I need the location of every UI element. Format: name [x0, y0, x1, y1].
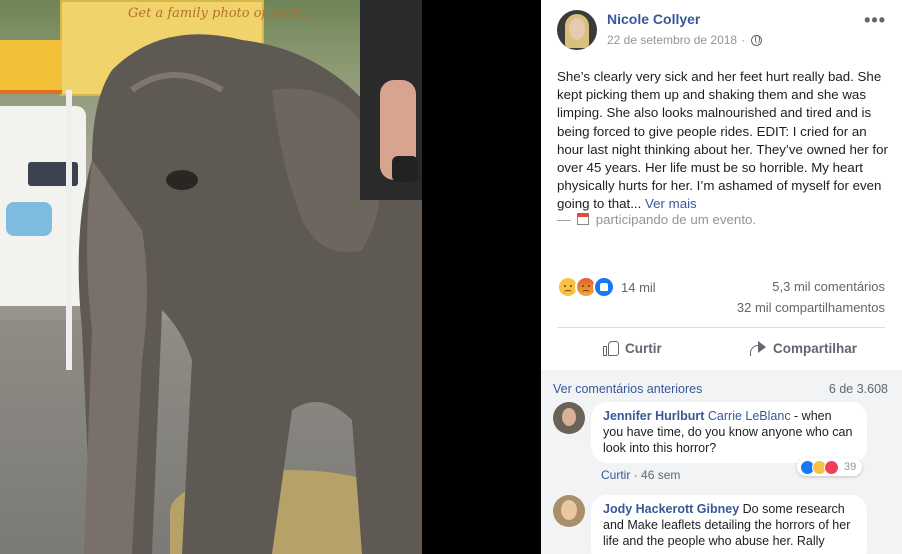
like-reaction-icon [593, 276, 615, 298]
reactions-summary[interactable]: 14 mil [557, 276, 656, 298]
commenter-name[interactable]: Jennifer Hurlburt [603, 409, 704, 423]
comment-like-link[interactable]: Curtir [601, 468, 630, 482]
comments-page-count: 6 de 3.608 [828, 382, 888, 396]
more-options-icon[interactable]: ••• [864, 10, 886, 31]
reaction-count[interactable]: 14 mil [621, 280, 656, 295]
globe-icon[interactable] [751, 34, 763, 46]
truck-mural [6, 202, 52, 236]
comment-actions: Curtir · 46 sem [601, 468, 680, 482]
tent-awning [0, 40, 62, 94]
commenter-name[interactable]: Jody Hackerott Gibney [603, 502, 739, 516]
share-button[interactable]: Compartilhar [749, 334, 857, 362]
shares-count[interactable]: 32 mil compartilhamentos [737, 300, 885, 315]
comments-section: Ver comentários anteriores 6 de 3.608 Je… [541, 370, 902, 554]
post-body-text: She’s clearly very sick and her feet hur… [557, 69, 888, 212]
view-previous-comments-link[interactable]: Ver comentários anteriores [553, 382, 702, 396]
rider-shoe [392, 156, 418, 182]
post-meta: 22 de setembro de 2018 · [607, 33, 763, 47]
post-photo[interactable]: Get a family photo of your... [0, 0, 422, 554]
love-reaction-icon [824, 459, 839, 475]
calendar-icon [577, 213, 589, 225]
photo-sign-text: Get a family photo of your... [128, 6, 312, 21]
like-button[interactable]: Curtir [603, 334, 662, 362]
see-more-link[interactable]: Ver mais [645, 196, 697, 211]
post-panel: Nicole Collyer 22 de setembro de 2018 · … [541, 0, 902, 554]
comment-reactions[interactable]: 39 [797, 458, 863, 476]
author-avatar[interactable] [557, 10, 597, 50]
post-header: Nicole Collyer 22 de setembro de 2018 · … [541, 0, 902, 60]
comment-bubble: Jody Hackerott Gibney Do some research a… [591, 495, 867, 554]
share-button-label: Compartilhar [773, 340, 858, 356]
thumbs-up-icon [603, 340, 619, 356]
comment-reaction-count: 39 [844, 461, 857, 473]
comment-time[interactable]: 46 sem [641, 468, 680, 482]
event-line: — participando de um evento. [557, 212, 756, 227]
avatar-face [569, 18, 585, 40]
comment-bubble: Jennifer Hurlburt Carrie LeBlanc - when … [591, 402, 867, 463]
tagged-user[interactable]: Carrie LeBlanc [708, 409, 791, 423]
like-button-label: Curtir [625, 340, 662, 356]
commenter-avatar[interactable] [553, 495, 585, 527]
comment-separator: · [633, 468, 638, 482]
lightbox-gap [422, 0, 541, 554]
share-arrow-icon [749, 341, 767, 356]
divider [557, 327, 885, 328]
post-body: She’s clearly very sick and her feet hur… [557, 68, 891, 214]
post-date[interactable]: 22 de setembro de 2018 [607, 33, 737, 47]
event-dash: — [557, 212, 571, 227]
comments-count[interactable]: 5,3 mil comentários [772, 279, 885, 294]
event-text: participando de um evento. [595, 212, 757, 227]
meta-separator: · [741, 33, 746, 47]
commenter-avatar[interactable] [553, 402, 585, 434]
author-name[interactable]: Nicole Collyer [607, 11, 700, 27]
